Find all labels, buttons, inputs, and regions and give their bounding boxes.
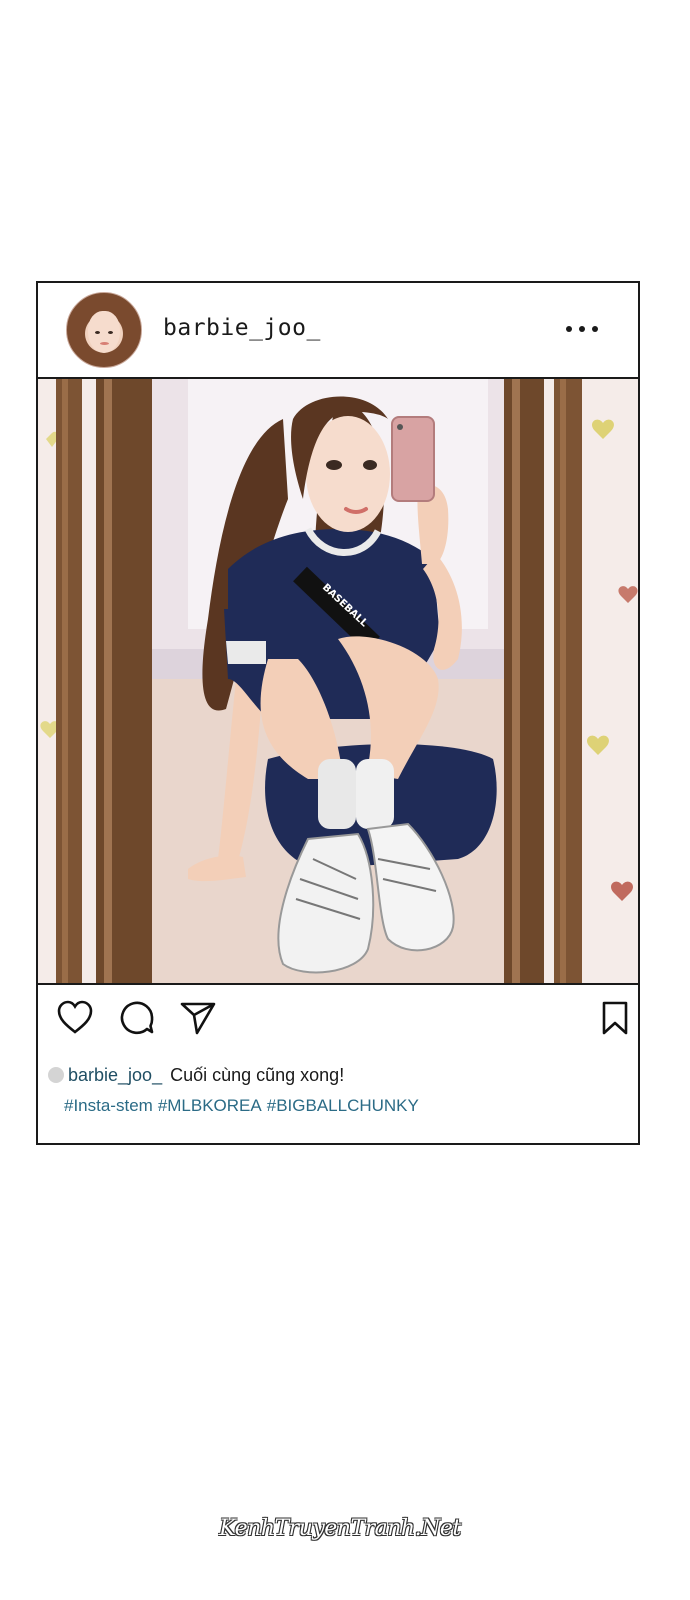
comment-bubble-icon[interactable] (118, 999, 156, 1037)
post-caption: barbie_joo_ Cuối cùng cũng xong! (48, 1065, 344, 1086)
hashtag-mlbkorea[interactable]: #MLBKOREA (158, 1096, 262, 1115)
post-photo: BASEBALL (38, 379, 638, 985)
caption-avatar-dot (48, 1067, 64, 1083)
post-header: barbie_joo_ (38, 283, 638, 379)
hashtag-insta-stem[interactable]: #Insta-stem (64, 1096, 153, 1115)
watermark: KenhTruyenTranh.Net (219, 1516, 461, 1541)
hashtags: #Insta-stem #MLBKOREA #BIGBALLCHUNKY (64, 1096, 424, 1116)
post-username[interactable]: barbie_joo_ (163, 315, 321, 341)
caption-username[interactable]: barbie_joo_ (68, 1065, 162, 1085)
more-dots-icon[interactable] (566, 321, 598, 337)
avatar[interactable] (66, 292, 142, 368)
heart-icon[interactable] (56, 999, 94, 1037)
bookmark-icon[interactable] (596, 999, 634, 1037)
instagram-post: barbie_joo_ BASEBALL barbie_joo_ Cuối cù… (36, 281, 640, 1145)
paper-plane-icon[interactable] (179, 999, 217, 1037)
hashtag-bigballchunky[interactable]: #BIGBALLCHUNKY (267, 1096, 419, 1115)
post-actions (38, 985, 638, 1049)
caption-text: Cuối cùng cũng xong! (170, 1065, 345, 1085)
